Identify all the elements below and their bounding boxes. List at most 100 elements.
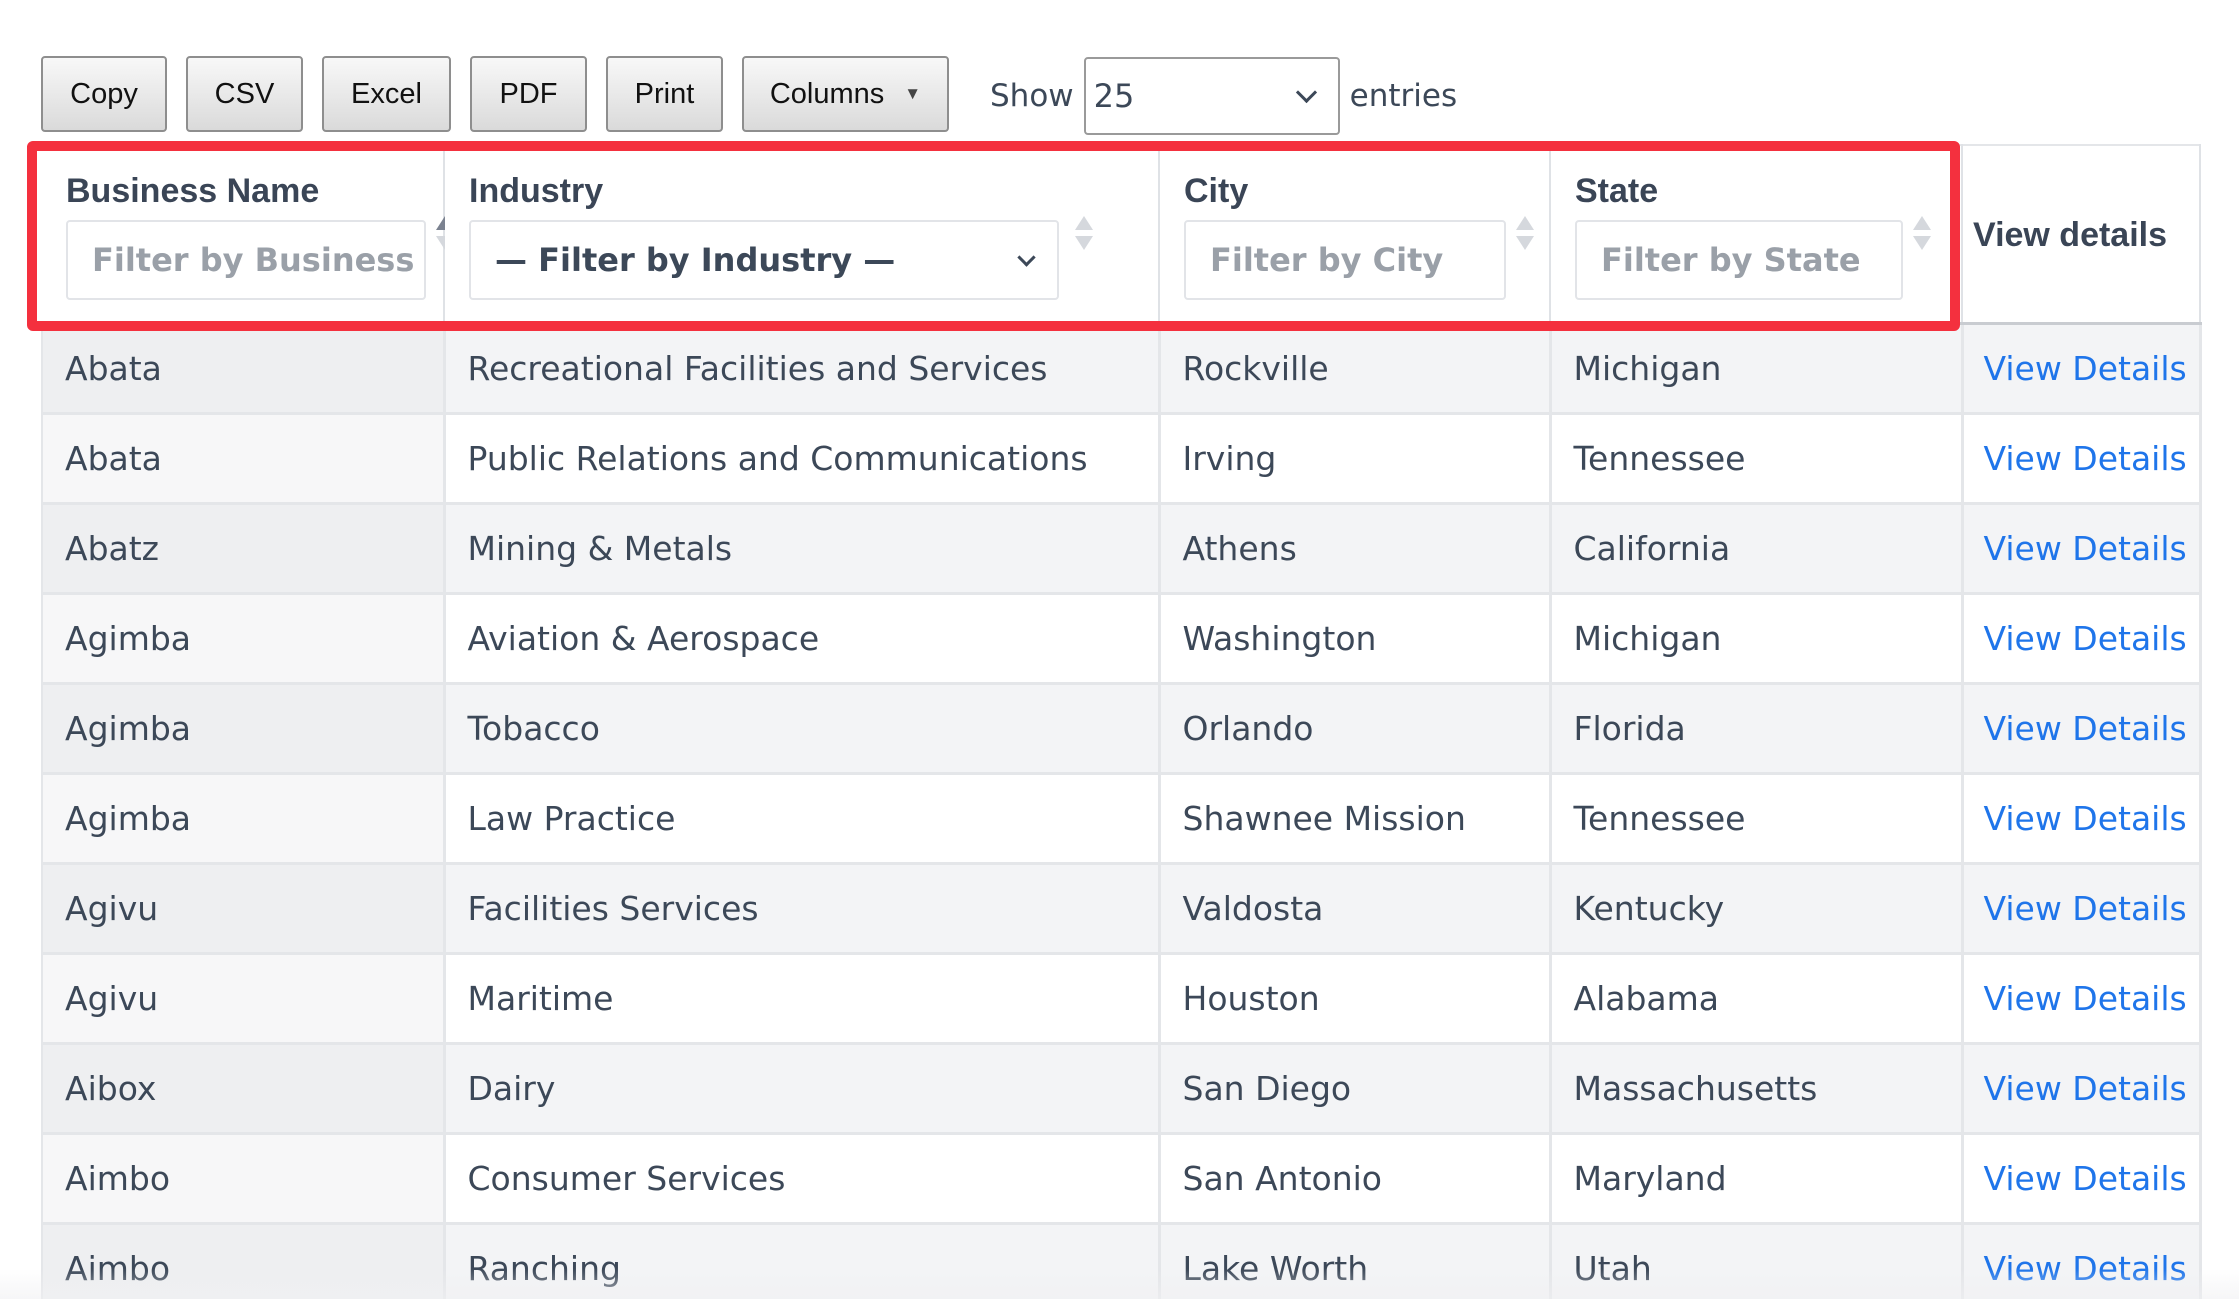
page: Copy CSV Excel PDF Print Columns ▼ Show 2… — [0, 0, 2239, 1299]
city-cell: San Antonio — [1159, 1133, 1552, 1225]
business-name-cell: Agimba — [41, 593, 446, 685]
state-cell: Massachusetts — [1550, 1043, 1964, 1135]
table-header-row: Business Name Filter by Business Industr… — [42, 144, 2201, 325]
business-name-cell: Agivu — [41, 953, 446, 1045]
state-cell: Maryland — [1550, 1133, 1964, 1225]
view-details-link[interactable]: View Details — [1962, 413, 2202, 505]
city-cell: Irving — [1159, 413, 1552, 505]
business-table: Business Name Filter by Business Industr… — [41, 144, 2202, 1299]
industry-cell: Public Relations and Communications — [444, 413, 1161, 505]
city-filter-input[interactable]: Filter by City — [1184, 220, 1506, 300]
state-filter-input[interactable]: Filter by State — [1575, 220, 1903, 300]
city-cell: Lake Worth — [1159, 1223, 1552, 1299]
industry-cell: Tobacco — [444, 683, 1161, 775]
business-filter-placeholder: Filter by Business — [92, 241, 415, 279]
city-filter-placeholder: Filter by City — [1210, 241, 1444, 279]
state-cell: Utah — [1550, 1223, 1964, 1299]
excel-button[interactable]: Excel — [322, 56, 451, 132]
caret-down-icon: ▼ — [904, 84, 922, 103]
sort-icon[interactable] — [1075, 216, 1093, 256]
state-cell: Michigan — [1550, 323, 1964, 415]
view-details-link[interactable]: View Details — [1962, 1043, 2202, 1135]
business-name-cell: Aimbo — [41, 1223, 446, 1299]
table-row: Abata Recreational Facilities and Servic… — [41, 323, 2202, 415]
business-name-cell: Aimbo — [41, 1133, 446, 1225]
view-details-link[interactable]: View Details — [1962, 323, 2202, 415]
state-cell: Kentucky — [1550, 863, 1964, 955]
view-details-header-label: View details — [1973, 216, 2168, 254]
industry-header-label: Industry — [469, 172, 604, 210]
industry-cell: Law Practice — [444, 773, 1161, 865]
view-details-link[interactable]: View Details — [1962, 503, 2202, 595]
city-cell: Washington — [1159, 593, 1552, 685]
table-row: Agimba Tobacco Orlando Florida View Deta… — [41, 683, 2202, 775]
state-cell: Tennessee — [1550, 773, 1964, 865]
column-header-industry[interactable]: Industry — Filter by Industry — — [444, 144, 1160, 325]
table-row: Agivu Maritime Houston Alabama View Deta… — [41, 953, 2202, 1045]
state-cell: Tennessee — [1550, 413, 1964, 505]
business-name-cell: Abata — [41, 323, 446, 415]
print-button[interactable]: Print — [606, 56, 723, 132]
state-cell: California — [1550, 503, 1964, 595]
industry-cell: Facilities Services — [444, 863, 1161, 955]
city-cell: Rockville — [1159, 323, 1552, 415]
page-length-control: Show 25 entries — [990, 56, 1457, 136]
state-cell: Florida — [1550, 683, 1964, 775]
chevron-down-icon — [1017, 247, 1036, 267]
view-details-link[interactable]: View Details — [1962, 1223, 2202, 1299]
csv-button[interactable]: CSV — [186, 56, 303, 132]
view-details-link[interactable]: View Details — [1962, 683, 2202, 775]
city-cell: San Diego — [1159, 1043, 1552, 1135]
industry-cell: Dairy — [444, 1043, 1161, 1135]
view-details-link[interactable]: View Details — [1962, 773, 2202, 865]
table-row: Agivu Facilities Services Valdosta Kentu… — [41, 863, 2202, 955]
copy-button[interactable]: Copy — [41, 56, 167, 132]
state-filter-placeholder: Filter by State — [1601, 241, 1861, 279]
entries-value: 25 — [1093, 77, 1135, 115]
city-header-label: City — [1184, 172, 1249, 210]
column-header-view-details: View details — [1962, 144, 2201, 325]
table-row: Aibox Dairy San Diego Massachusetts View… — [41, 1043, 2202, 1135]
table-row: Agimba Law Practice Shawnee Mission Tenn… — [41, 773, 2202, 865]
columns-button[interactable]: Columns ▼ — [742, 56, 949, 132]
business-filter-input[interactable]: Filter by Business — [66, 220, 426, 300]
column-header-business[interactable]: Business Name Filter by Business — [42, 144, 454, 325]
table-row: Abata Public Relations and Communication… — [41, 413, 2202, 505]
industry-cell: Recreational Facilities and Services — [444, 323, 1161, 415]
city-cell: Orlando — [1159, 683, 1552, 775]
entries-label: entries — [1349, 78, 1458, 114]
business-table-wrapper: Business Name Filter by Business Industr… — [41, 144, 2202, 1299]
city-cell: Shawnee Mission — [1159, 773, 1552, 865]
column-header-city[interactable]: City Filter by City — [1159, 144, 1551, 325]
industry-filter-select[interactable]: — Filter by Industry — — [469, 220, 1059, 300]
business-name-cell: Agimba — [41, 773, 446, 865]
export-toolbar: Copy CSV Excel PDF Print Columns ▼ — [41, 56, 968, 132]
industry-cell: Aviation & Aerospace — [444, 593, 1161, 685]
show-label: Show — [990, 78, 1074, 114]
state-cell: Michigan — [1550, 593, 1964, 685]
table-row: Agimba Aviation & Aerospace Washington M… — [41, 593, 2202, 685]
industry-cell: Mining & Metals — [444, 503, 1161, 595]
chevron-down-icon — [1295, 81, 1317, 103]
entries-select[interactable]: 25 — [1083, 57, 1340, 135]
table-row: Abatz Mining & Metals Athens California … — [41, 503, 2202, 595]
view-details-link[interactable]: View Details — [1962, 953, 2202, 1045]
industry-cell: Ranching — [444, 1223, 1161, 1299]
pdf-button[interactable]: PDF — [470, 56, 587, 132]
industry-cell: Maritime — [444, 953, 1161, 1045]
view-details-link[interactable]: View Details — [1962, 863, 2202, 955]
table-row: Aimbo Ranching Lake Worth Utah View Deta… — [41, 1223, 2202, 1299]
sort-icon[interactable] — [1516, 216, 1534, 256]
business-name-cell: Agimba — [41, 683, 446, 775]
industry-cell: Consumer Services — [444, 1133, 1161, 1225]
business-name-cell: Abata — [41, 413, 446, 505]
city-cell: Houston — [1159, 953, 1552, 1045]
business-name-cell: Agivu — [41, 863, 446, 955]
state-header-label: State — [1575, 172, 1659, 210]
city-cell: Athens — [1159, 503, 1552, 595]
view-details-link[interactable]: View Details — [1962, 1133, 2202, 1225]
state-cell: Alabama — [1550, 953, 1964, 1045]
column-header-state[interactable]: State Filter by State — [1550, 144, 1963, 325]
sort-icon[interactable] — [1913, 216, 1931, 256]
view-details-link[interactable]: View Details — [1962, 593, 2202, 685]
